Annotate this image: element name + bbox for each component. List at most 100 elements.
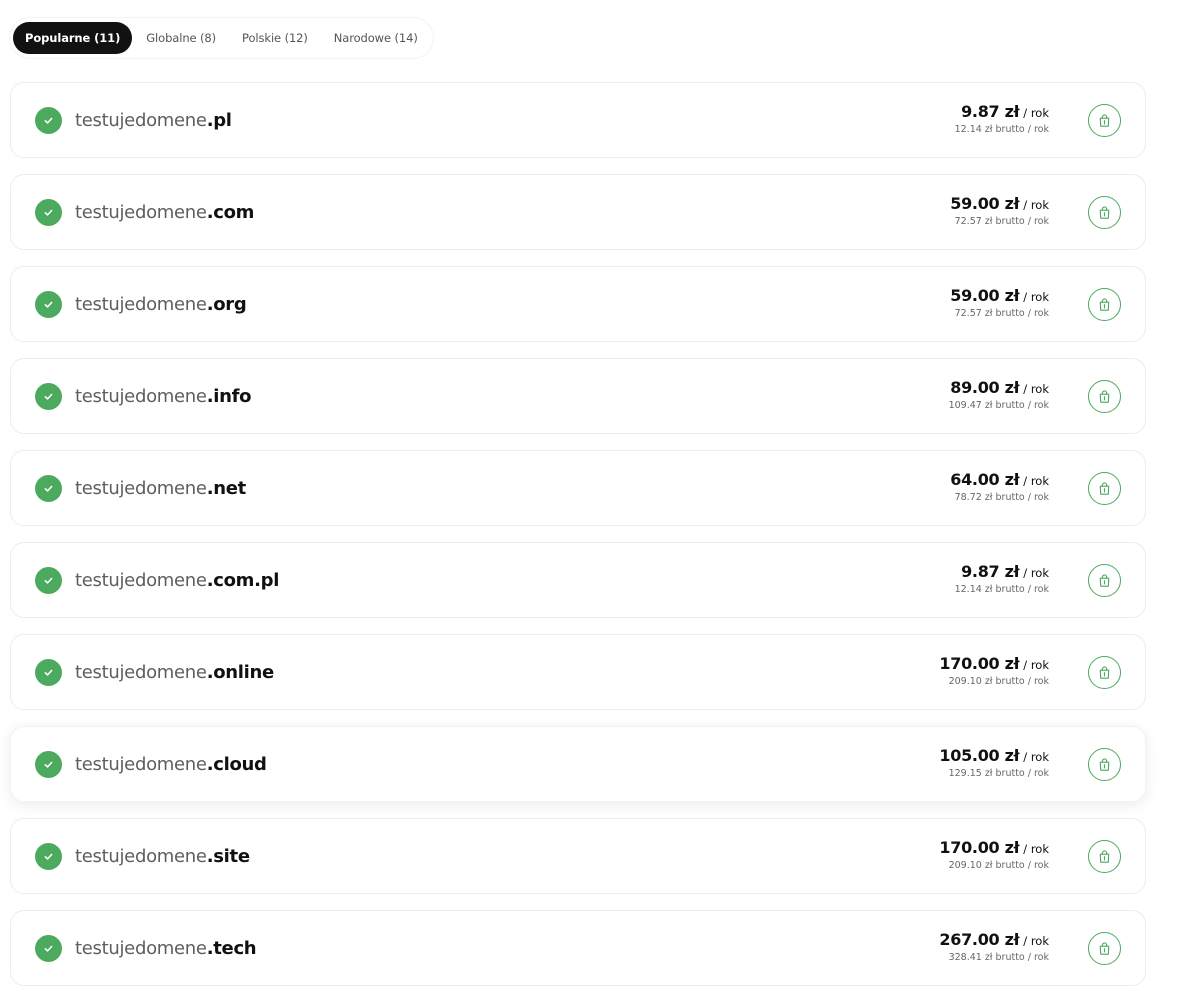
tab-globalne[interactable]: Globalne (8) — [134, 22, 229, 54]
domain-row: testujedomene .com.pl 9.87 zł / rok 12.14 … — [10, 542, 1146, 618]
net-price: 59.00 zł / rok — [950, 194, 1049, 213]
domain-results-list: testujedomene .pl 9.87 zł / rok 12.14 zł b… — [10, 82, 1146, 1002]
price-period: / rok — [1023, 750, 1049, 764]
price-period: / rok — [1023, 658, 1049, 672]
tab-polskie[interactable]: Polskie (12) — [230, 22, 320, 54]
domain-name: testujedomene .cloud — [75, 727, 267, 801]
check-mark-icon — [44, 577, 53, 584]
domain-row: testujedomene .online 170.00 zł / rok 209.… — [10, 634, 1146, 710]
price-period: / rok — [1023, 198, 1049, 212]
net-price: 170.00 zł / rok — [939, 654, 1049, 673]
domain-row: testujedomene .tech 267.00 zł / rok 328.41… — [10, 910, 1146, 986]
check-mark-icon — [44, 853, 53, 860]
add-to-cart-button[interactable] — [1088, 932, 1121, 965]
tab-narodowe[interactable]: Narodowe (14) — [321, 22, 430, 54]
domain-name: testujedomene .com.pl — [75, 543, 279, 617]
price-block: 170.00 zł / rok 209.10 zł brutto / rok — [939, 654, 1049, 687]
add-to-cart-button[interactable] — [1088, 564, 1121, 597]
check-circle-icon — [35, 659, 62, 686]
check-mark-icon — [44, 117, 53, 124]
shopping-bag-icon — [1099, 390, 1110, 403]
price-block: 64.00 zł / rok 78.72 zł brutto / rok — [950, 470, 1049, 503]
domain-row: testujedomene .site 170.00 zł / rok 209.10… — [10, 818, 1146, 894]
domain-base-name: testujedomene — [75, 293, 207, 315]
check-mark-icon — [44, 485, 53, 492]
domain-row: testujedomene .net 64.00 zł / rok 78.72 zł… — [10, 450, 1146, 526]
add-to-cart-button[interactable] — [1088, 288, 1121, 321]
domain-tld: .com.pl — [206, 569, 280, 591]
check-circle-icon — [35, 935, 62, 962]
net-price-value: 170.00 zł — [939, 838, 1020, 857]
domain-base-name: testujedomene — [75, 201, 207, 223]
shopping-bag-icon — [1099, 482, 1110, 495]
price-period: / rok — [1023, 474, 1049, 488]
domain-name: testujedomene .pl — [75, 83, 232, 157]
domain-tld: .info — [206, 385, 252, 407]
gross-price: 209.10 zł brutto / rok — [948, 860, 1049, 871]
check-mark-icon — [44, 209, 53, 216]
domain-name: testujedomene .net — [75, 451, 246, 525]
price-period: / rok — [1023, 382, 1049, 396]
gross-price: 209.10 zł brutto / rok — [948, 676, 1049, 687]
net-price-value: 9.87 zł — [961, 562, 1020, 581]
domain-name: testujedomene .online — [75, 635, 274, 709]
domain-row: testujedomene .com 59.00 zł / rok 72.57 zł… — [10, 174, 1146, 250]
price-block: 170.00 zł / rok 209.10 zł brutto / rok — [939, 838, 1049, 871]
price-block: 9.87 zł / rok 12.14 zł brutto / rok — [955, 562, 1049, 595]
add-to-cart-button[interactable] — [1088, 656, 1121, 689]
domain-tld: .cloud — [206, 753, 267, 775]
domain-base-name: testujedomene — [75, 845, 207, 867]
domain-base-name: testujedomene — [75, 753, 207, 775]
domain-base-name: testujedomene — [75, 569, 207, 591]
add-to-cart-button[interactable] — [1088, 472, 1121, 505]
check-circle-icon — [35, 383, 62, 410]
net-price-value: 64.00 zł — [950, 470, 1020, 489]
price-block: 59.00 zł / rok 72.57 zł brutto / rok — [950, 286, 1049, 319]
domain-tld: .org — [206, 293, 247, 315]
shopping-bag-icon — [1099, 758, 1110, 771]
check-circle-icon — [35, 199, 62, 226]
domain-name: testujedomene .com — [75, 175, 254, 249]
price-period: / rok — [1023, 842, 1049, 856]
domain-tld: .net — [206, 477, 247, 499]
net-price: 64.00 zł / rok — [950, 470, 1049, 489]
check-mark-icon — [44, 393, 53, 400]
check-circle-icon — [35, 107, 62, 134]
add-to-cart-button[interactable] — [1088, 380, 1121, 413]
net-price-value: 267.00 zł — [939, 930, 1020, 949]
price-period: / rok — [1023, 290, 1049, 304]
net-price-value: 89.00 zł — [950, 378, 1020, 397]
add-to-cart-button[interactable] — [1088, 748, 1121, 781]
check-circle-icon — [35, 567, 62, 594]
shopping-bag-icon — [1099, 206, 1110, 219]
add-to-cart-button[interactable] — [1088, 196, 1121, 229]
check-circle-icon — [35, 751, 62, 778]
domain-row: testujedomene .cloud 105.00 zł / rok 129.1… — [10, 726, 1146, 802]
domain-base-name: testujedomene — [75, 661, 207, 683]
check-circle-icon — [35, 843, 62, 870]
domain-base-name: testujedomene — [75, 477, 207, 499]
tab-popularne[interactable]: Popularne (11) — [13, 22, 133, 54]
domain-name: testujedomene .tech — [75, 911, 257, 985]
shopping-bag-icon — [1099, 298, 1110, 311]
price-period: / rok — [1023, 566, 1049, 580]
shopping-bag-icon — [1099, 942, 1110, 955]
shopping-bag-icon — [1099, 574, 1110, 587]
add-to-cart-button[interactable] — [1088, 104, 1121, 137]
price-block: 9.87 zł / rok 12.14 zł brutto / rok — [955, 102, 1049, 135]
check-circle-icon — [35, 475, 62, 502]
net-price: 267.00 zł / rok — [939, 930, 1049, 949]
net-price-value: 170.00 zł — [939, 654, 1020, 673]
domain-base-name: testujedomene — [75, 385, 207, 407]
domain-row: testujedomene .org 59.00 zł / rok 72.57 zł… — [10, 266, 1146, 342]
add-to-cart-button[interactable] — [1088, 840, 1121, 873]
net-price: 9.87 zł / rok — [955, 102, 1049, 121]
domain-tld: .tech — [206, 937, 257, 959]
shopping-bag-icon — [1099, 114, 1110, 127]
gross-price: 72.57 zł brutto / rok — [954, 308, 1049, 319]
net-price: 9.87 zł / rok — [955, 562, 1049, 581]
net-price: 89.00 zł / rok — [949, 378, 1049, 397]
net-price: 105.00 zł / rok — [939, 746, 1049, 765]
domain-row: testujedomene .info 89.00 zł / rok 109.47 … — [10, 358, 1146, 434]
gross-price: 12.14 zł brutto / rok — [954, 124, 1049, 135]
